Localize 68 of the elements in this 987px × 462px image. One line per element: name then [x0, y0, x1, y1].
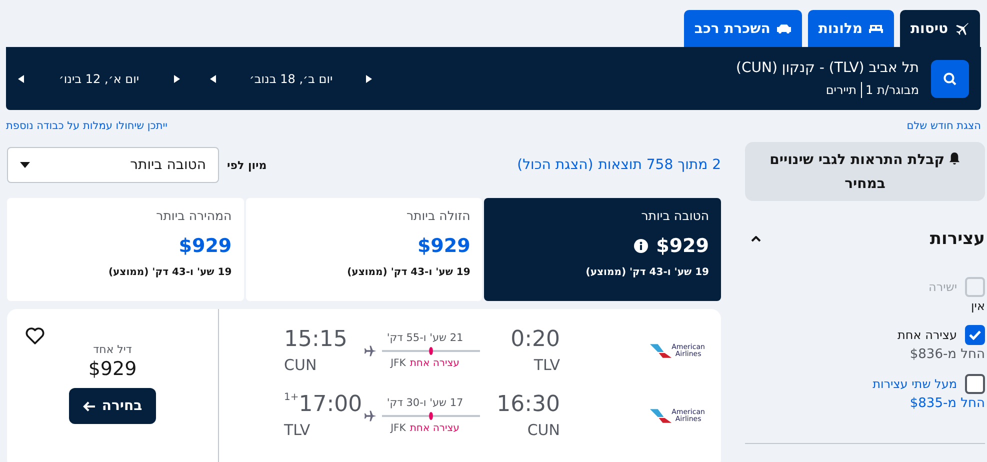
dropdown-caret-icon — [20, 162, 30, 168]
checkbox[interactable] — [965, 374, 985, 394]
route-text[interactable]: תל אביב (TLV) - קנקון (CUN) — [402, 60, 919, 76]
card-title: הזולה ביותר — [405, 208, 470, 223]
search-icon — [942, 70, 958, 86]
filter-title: עצירות — [930, 229, 985, 249]
card-duration: 19 שע' ו-43 דק' (ממוצע) — [346, 267, 470, 278]
date-text[interactable]: יום א׳, 12 בינו׳ — [58, 72, 140, 86]
arrow-icon — [82, 400, 96, 412]
flight-price: $929 — [88, 358, 137, 380]
stops-text: עצירה אחת — [410, 423, 460, 434]
card-price: $929 — [417, 235, 470, 257]
cabin-text[interactable]: תיירים — [826, 82, 857, 96]
next-arrow-icon[interactable] — [174, 74, 180, 82]
airport-code: CUN — [284, 356, 317, 374]
bell-icon — [949, 152, 960, 164]
heart-icon[interactable] — [25, 327, 45, 345]
tab[interactable]: מלונות — [808, 10, 894, 47]
show-all-link[interactable]: (הצגת הכול) — [517, 157, 594, 173]
previous-arrow-icon[interactable] — [210, 74, 216, 82]
flight-duration: 17 שע' ו-30 דק' — [386, 397, 464, 409]
card-duration: 19 שע' ו-43 דק' (ממוצע) — [107, 267, 232, 278]
sort-label: מיון לפי — [227, 158, 267, 172]
checkbox[interactable] — [965, 325, 985, 345]
airline-logo-icon — [650, 344, 672, 358]
layover-airport: JFK — [390, 423, 406, 434]
results-count: 2 מתוך 758 תוצאות — [598, 157, 721, 173]
airline-logo-icon — [650, 408, 672, 422]
price-alert-button[interactable]: קבלת התראות לגבי שינויים במחיר — [745, 142, 985, 201]
day-offset: +1 — [284, 392, 299, 403]
plane-icon — [364, 409, 378, 423]
option-label[interactable]: עצירה אחת — [898, 328, 957, 342]
departure-time: 16:30 — [496, 392, 560, 417]
next-arrow-icon[interactable] — [366, 74, 372, 82]
arrival-time: 17:00 — [298, 392, 362, 417]
date-text[interactable]: יום ב׳, 18 בנוב׳ — [249, 72, 333, 86]
month-link[interactable]: הצגת חודש שלם — [906, 120, 981, 142]
select-button[interactable]: בחירה — [68, 388, 156, 424]
flight-duration: 21 שע' ו-55 דק' — [386, 332, 464, 344]
card-price: $929 — [656, 235, 709, 257]
baggage-fees-link[interactable]: ייתכן שיחולו עמלות על כבודה נוספת — [6, 120, 168, 142]
plane-icon — [364, 344, 378, 358]
card-title: המהירה ביותר — [155, 208, 232, 223]
chevron-icon[interactable] — [751, 236, 761, 242]
layover-airport: JFK — [390, 358, 406, 369]
travelers-text[interactable]: מבוגר/ת 1 — [866, 82, 919, 96]
sort-dropdown[interactable]: הטובה ביותר — [7, 147, 219, 183]
search-button[interactable] — [931, 60, 969, 98]
departure-time: 0:20 — [510, 327, 560, 352]
option-label[interactable]: מעל שתי עצירות — [872, 377, 957, 391]
tab[interactable]: טיסות — [900, 10, 980, 47]
arrival-time: 15:15 — [284, 327, 348, 352]
deals-count: דיל אחד — [93, 343, 132, 356]
airport-code: TLV — [534, 356, 560, 374]
previous-arrow-icon[interactable] — [18, 74, 24, 82]
card-title: הטובה ביותר — [640, 208, 709, 223]
option-price: החל מ-$835 — [908, 396, 985, 411]
plane-icon — [954, 20, 970, 36]
checkmark-icon — [969, 330, 981, 340]
tab[interactable]: השכרת רכב — [684, 10, 802, 47]
option-price: החל מ-$836 — [908, 347, 985, 362]
stops-text: עצירה אחת — [410, 358, 460, 369]
card-duration: 19 שע' ו-43 דק' (ממוצע) — [584, 267, 709, 278]
option-price: אין — [970, 299, 985, 313]
airport-code: CUN — [527, 421, 560, 439]
info-icon[interactable] — [634, 239, 648, 253]
card-price: $929 — [178, 235, 232, 257]
airport-code: TLV — [284, 421, 310, 439]
